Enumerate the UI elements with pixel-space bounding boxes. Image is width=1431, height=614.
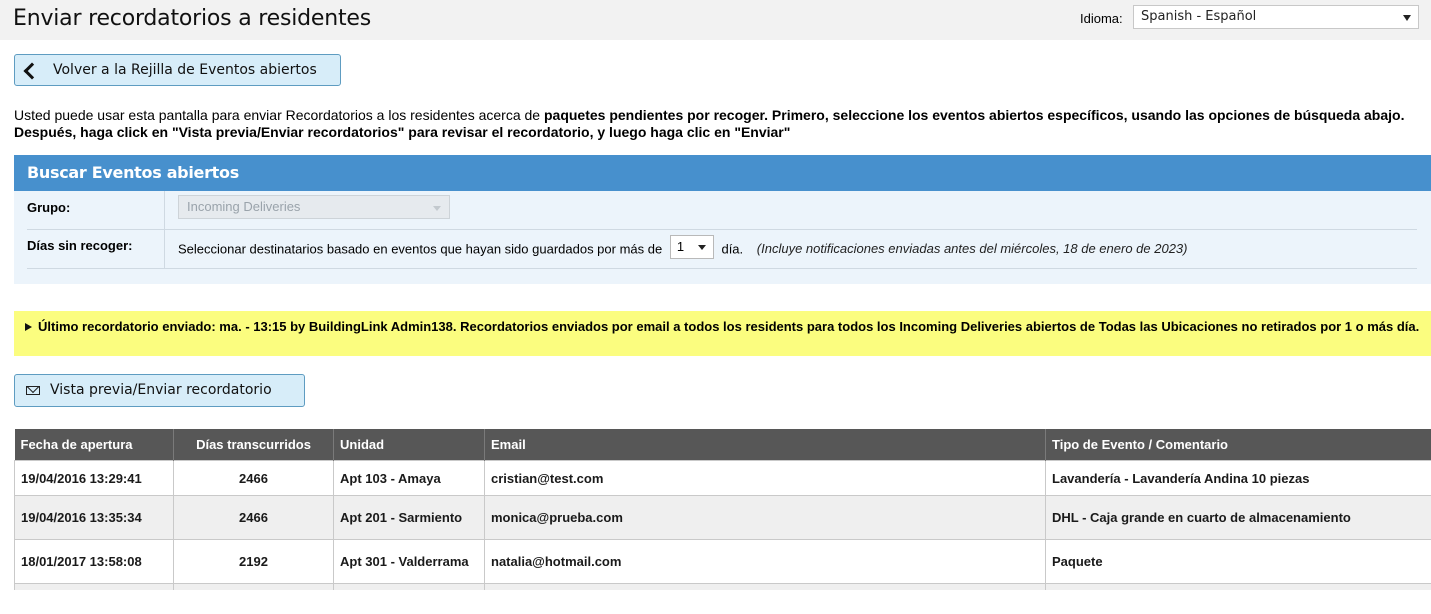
days-select-value: 1 [676,239,685,254]
table-row[interactable]: 18/01/2017 13:58:08 2192 Apt 301 - Valde… [14,539,1431,584]
group-select-value: Incoming Deliveries [187,199,301,214]
cell-event-type: DHL - Caja grande en cuarto de almacenam… [1045,495,1431,540]
cell-empty [173,583,334,590]
open-events-table: Fecha de apertura Días transcurridos Uni… [14,429,1431,590]
days-select[interactable]: 1 [669,235,714,259]
group-select[interactable]: Incoming Deliveries [178,195,450,219]
divider [164,191,165,229]
language-select[interactable]: Spanish - Español [1133,5,1419,29]
col-header-unit[interactable]: Unidad [333,429,485,461]
days-description: Seleccionar destinatarios basado en even… [178,235,1188,259]
cell-email: cristian@test.com [484,460,1046,496]
page-header: Enviar recordatorios a residentes Idioma… [0,0,1431,40]
cell-event-type: Paquete [1045,539,1431,584]
table-header-row: Fecha de apertura Días transcurridos Uni… [14,429,1431,461]
cell-empty [14,583,174,590]
table-row[interactable]: 19/04/2016 13:29:41 2466 Apt 103 - Amaya… [14,460,1431,496]
col-header-days-elapsed[interactable]: Días transcurridos [173,429,334,461]
days-text-before: Seleccionar destinatarios basado en even… [178,241,663,257]
cell-unit: Apt 103 - Amaya [333,460,485,496]
back-button-label: Volver a la Rejilla de Eventos abiertos [53,62,317,78]
cell-email: monica@prueba.com [484,495,1046,540]
cell-days-elapsed: 2192 [173,539,334,584]
language-select-value: Spanish - Español [1141,9,1257,24]
col-header-open-date[interactable]: Fecha de apertura [14,429,174,461]
preview-send-reminder-button[interactable]: Vista previa/Enviar recordatorio [14,374,305,407]
send-button-label: Vista previa/Enviar recordatorio [50,382,272,398]
group-label: Grupo: [27,200,71,215]
cell-unit: Apt 301 - Valderrama [333,539,485,584]
table-row[interactable] [14,583,1431,590]
days-note: (Incluye notificaciones enviadas antes d… [756,241,1188,257]
col-header-email[interactable]: Email [484,429,1046,461]
cell-empty [333,583,485,590]
instructions-normal: Usted puede usar esta pantalla para envi… [14,107,544,123]
cell-unit: Apt 201 - Sarmiento [333,495,485,540]
col-header-event-type[interactable]: Tipo de Evento / Comentario [1045,429,1431,461]
chevron-left-icon [23,62,41,80]
cell-days-elapsed: 2466 [173,495,334,540]
cell-open-date: 18/01/2017 13:58:08 [14,539,174,584]
group-row: Grupo: Incoming Deliveries [27,191,1417,230]
instructions-text: Usted puede usar esta pantalla para envi… [14,107,1424,141]
envelope-icon [26,386,40,395]
table-row[interactable]: 19/04/2016 13:35:34 2466 Apt 201 - Sarmi… [14,495,1431,540]
chevron-down-icon [697,245,706,250]
cell-event-type: Lavandería - Lavandería Andina 10 piezas [1045,460,1431,496]
days-label: Días sin recoger: [27,238,133,253]
days-row: Días sin recoger: Seleccionar destinatar… [27,230,1417,269]
search-open-events-panel: Buscar Eventos abiertos Grupo: Incoming … [14,155,1431,284]
cell-empty [484,583,1046,590]
last-reminder-text: Último recordatorio enviado: ma. - 13:15… [38,319,1420,334]
cell-email: natalia@hotmail.com [484,539,1046,584]
chevron-down-icon [433,206,441,211]
cell-days-elapsed: 2466 [173,460,334,496]
chevron-down-icon [1403,15,1411,21]
last-reminder-banner[interactable]: Último recordatorio enviado: ma. - 13:15… [14,311,1431,356]
cell-open-date: 19/04/2016 13:29:41 [14,460,174,496]
divider [164,230,165,268]
back-to-open-events-button[interactable]: Volver a la Rejilla de Eventos abiertos [14,54,341,86]
page-title: Enviar recordatorios a residentes [13,6,372,31]
language-label: Idioma: [1080,11,1123,26]
search-panel-title: Buscar Eventos abiertos [14,155,1431,191]
cell-empty [1045,583,1431,590]
expand-triangle-icon[interactable] [25,323,32,331]
days-text-after: día. [721,241,744,257]
cell-open-date: 19/04/2016 13:35:34 [14,495,174,540]
